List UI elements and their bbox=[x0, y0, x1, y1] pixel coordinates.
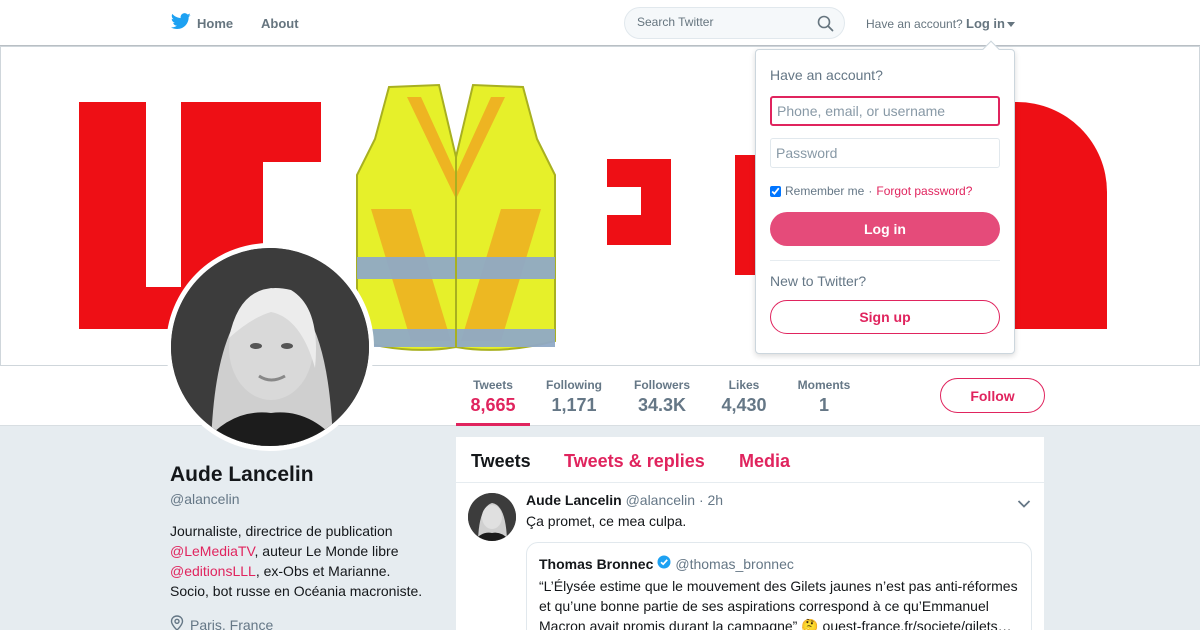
active-tab-indicator bbox=[456, 423, 530, 426]
login-button[interactable]: Log in bbox=[770, 212, 1000, 246]
timeline-tabs: Tweets Tweets & replies Media bbox=[456, 437, 1044, 483]
stat-label: Following bbox=[546, 378, 602, 392]
separator-dot: · bbox=[868, 184, 873, 198]
quote-header: Thomas Bronnec @thomas_bronnec bbox=[539, 555, 794, 572]
divider bbox=[770, 260, 1000, 261]
stat-followers[interactable]: Followers 34.3K bbox=[633, 378, 691, 416]
stat-value: 1,171 bbox=[551, 395, 597, 415]
stat-value: 1 bbox=[818, 395, 829, 415]
search-box bbox=[624, 7, 845, 39]
quote-author: Thomas Bronnec bbox=[539, 555, 654, 572]
search-input[interactable] bbox=[637, 15, 807, 29]
follow-button[interactable]: Follow bbox=[940, 378, 1045, 413]
quote-handle: @thomas_bronnec bbox=[675, 555, 794, 572]
login-dropdown: Have an account? Remember me · Forgot pa… bbox=[755, 40, 1015, 354]
tweet-text: Ça promet, ce mea culpa. bbox=[526, 513, 687, 529]
bio-text: , ex-Obs et Marianne. bbox=[255, 563, 391, 579]
login-link-label: Log in bbox=[966, 16, 1005, 31]
top-nav: Home About Have an account? Log in bbox=[0, 0, 1200, 46]
tab-tweets[interactable]: Tweets bbox=[471, 451, 531, 472]
bio-mention-link[interactable]: @LeMediaTV bbox=[170, 543, 255, 559]
verified-badge-icon bbox=[657, 555, 671, 572]
login-menu-toggle[interactable]: Log in bbox=[966, 16, 1015, 31]
have-account-text: Have an account? bbox=[866, 17, 963, 31]
tab-tweets-replies[interactable]: Tweets & replies bbox=[564, 451, 705, 472]
tweet-header: Aude Lancelin @alancelin · 2h bbox=[526, 492, 723, 508]
banner-letter-part bbox=[641, 159, 671, 245]
stat-label: Likes bbox=[728, 378, 760, 392]
profile-name[interactable]: Aude Lancelin bbox=[170, 463, 314, 487]
tweet-avatar[interactable] bbox=[468, 493, 516, 541]
bio-text: Journaliste, directrice de publication bbox=[170, 523, 393, 539]
yellow-vest-image bbox=[356, 83, 556, 351]
quoted-tweet[interactable]: Thomas Bronnec @thomas_bronnec “L’Élysée… bbox=[526, 542, 1032, 630]
stat-moments[interactable]: Moments 1 bbox=[796, 378, 852, 416]
stat-likes[interactable]: Likes 4,430 bbox=[721, 378, 767, 416]
forgot-password-link[interactable]: Forgot password? bbox=[876, 184, 972, 198]
signup-button[interactable]: Sign up bbox=[770, 300, 1000, 334]
search-icon[interactable] bbox=[817, 15, 834, 37]
tweet-author[interactable]: Aude Lancelin bbox=[526, 492, 622, 508]
stat-value: 8,665 bbox=[470, 395, 516, 415]
stat-label: Moments bbox=[797, 378, 851, 392]
stat-label: Followers bbox=[633, 378, 690, 392]
bio-mention-link[interactable]: @editionsLLL bbox=[170, 563, 256, 579]
password-field[interactable] bbox=[770, 138, 1000, 168]
bio-text: Socio, bot russe en Océania macroniste. bbox=[170, 583, 423, 599]
tweet-handle[interactable]: @alancelin bbox=[626, 492, 695, 508]
stat-value: 34.3K bbox=[637, 395, 687, 415]
stat-following[interactable]: Following 1,171 bbox=[545, 378, 603, 416]
new-to-twitter-text: New to Twitter? bbox=[770, 273, 867, 289]
profile-avatar[interactable] bbox=[166, 243, 374, 451]
stat-value: 4,430 bbox=[721, 395, 767, 415]
profile-handle[interactable]: @alancelin bbox=[170, 491, 239, 507]
username-field[interactable] bbox=[770, 96, 1000, 126]
caret-down-icon bbox=[1007, 22, 1015, 28]
location-text: Paris, France bbox=[190, 616, 274, 630]
nav-about[interactable]: About bbox=[261, 16, 299, 31]
timeline: Tweets Tweets & replies Media Aude Lance… bbox=[456, 437, 1044, 630]
profile-bio: Journaliste, directrice de publication @… bbox=[170, 521, 440, 601]
quote-text: “L’Élysée estime que le mouvement des Gi… bbox=[539, 578, 1018, 630]
nav-home[interactable]: Home bbox=[170, 13, 234, 33]
login-title: Have an account? bbox=[770, 67, 883, 83]
tweet-time[interactable]: · 2h bbox=[699, 492, 723, 508]
remember-label[interactable]: Remember me bbox=[785, 184, 864, 198]
stat-label: Tweets bbox=[473, 378, 513, 392]
nav-home-label: Home bbox=[197, 15, 234, 31]
banner-letter-part bbox=[1013, 102, 1107, 329]
profile-location: Paris, France bbox=[170, 615, 273, 630]
chevron-down-icon[interactable] bbox=[1017, 496, 1031, 514]
tab-media[interactable]: Media bbox=[739, 451, 790, 472]
remember-row: Remember me · Forgot password? bbox=[770, 184, 972, 198]
stat-tweets[interactable]: Tweets 8,665 bbox=[470, 378, 516, 416]
remember-checkbox[interactable] bbox=[770, 185, 781, 197]
location-pin-icon bbox=[170, 615, 184, 630]
twitter-bird-icon bbox=[170, 13, 191, 33]
bio-text: , auteur Le Monde libre bbox=[254, 543, 399, 559]
avatar-photo bbox=[171, 248, 369, 446]
